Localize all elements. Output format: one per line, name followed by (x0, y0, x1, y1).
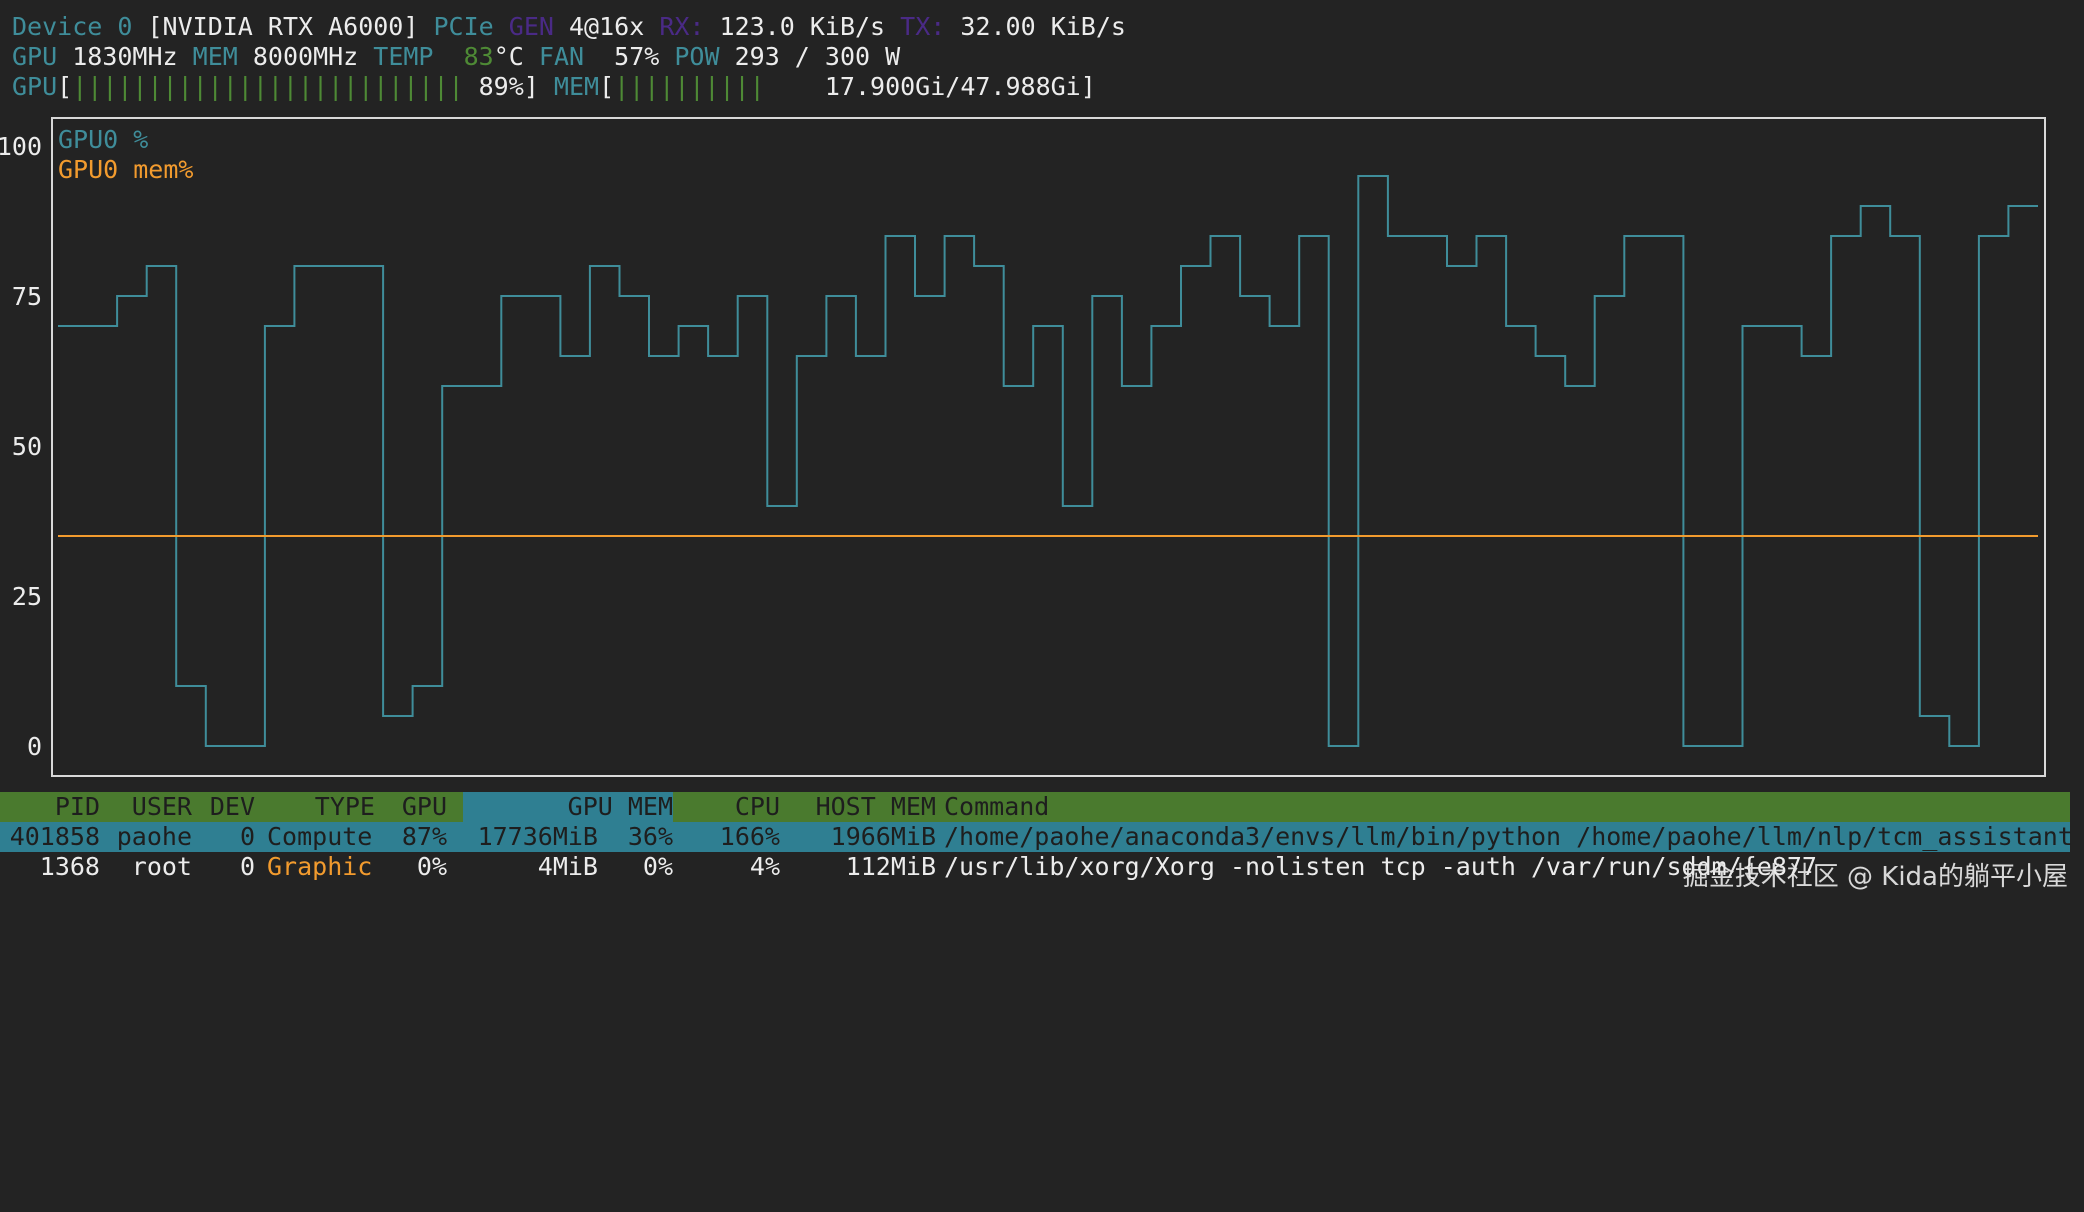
gen-label: GEN (508, 12, 554, 41)
col-user[interactable]: USER (110, 792, 192, 822)
gpu-util-series-line (58, 175, 2038, 747)
pow-label: POW (674, 42, 720, 71)
device-info-line: Device 0 [NVIDIA RTX A6000] PCIe GEN 4@1… (12, 12, 1126, 42)
row-gpu-mem-pct: 36% (627, 822, 673, 851)
temp-value: 83 (463, 42, 494, 71)
row-pid: 1368 (39, 852, 100, 881)
fan-label: FAN (538, 42, 585, 71)
row-type: Graphic (267, 852, 373, 881)
gpu-usage-bar: |||||||||||||||||||||||||| (72, 72, 464, 101)
temp-label: TEMP (373, 42, 434, 71)
pcie-label: PCIe (433, 12, 494, 41)
y-tick-label: 50 (12, 432, 42, 461)
col-gpu-mem[interactable]: GPU MEM (520, 792, 673, 822)
row-cpu: 4% (749, 852, 780, 881)
row-gpu: 0% (416, 852, 447, 881)
row-pid: 401858 (9, 822, 100, 851)
y-tick-label: 0 (27, 732, 42, 761)
pow-value: 293 / 300 W (734, 42, 901, 71)
row-host-mem: 1966MiB (830, 822, 936, 851)
row-host-mem: 112MiB (845, 852, 936, 881)
y-tick-label: 75 (12, 282, 42, 311)
mem-clock-value: 8000MHz (252, 42, 359, 71)
row-gpu-mem: 4MiB (537, 852, 598, 881)
row-type: Compute (267, 822, 373, 851)
device-label: Device 0 (12, 12, 133, 41)
fan-value: 57% (614, 42, 660, 71)
row-dev: 0 (239, 852, 255, 881)
tx-label: TX: (900, 12, 946, 41)
mem-clock-label: MEM (192, 42, 238, 71)
process-table-header: PID USER DEV TYPE GPU GPU MEM CPU HOST M… (0, 792, 2070, 822)
y-tick-label: 25 (12, 582, 42, 611)
gpu-clock-value: 1830MHz (72, 42, 178, 71)
gpu-bar-open: [ (57, 72, 73, 101)
gen-value: 4@16x (568, 12, 645, 41)
watermark: 掘金技术社区 @ Kida的躺平小屋 (1682, 862, 2068, 892)
clock-info-line: GPU 1830MHz MEM 8000MHz TEMP 83°C FAN 57… (12, 42, 900, 72)
temp-unit: °C (493, 42, 524, 71)
y-tick-label: 100 (0, 132, 42, 161)
table-row[interactable]: 401858 paohe 0 Compute 87% 17736MiB 36% … (0, 822, 2073, 852)
chart-frame (51, 117, 2046, 777)
gpu-usage-chart: 100 75 50 25 0 GPU0 %GPU0 mem% (0, 117, 2046, 777)
rx-value: 123.0 KiB/s (719, 12, 886, 41)
col-cpu[interactable]: CPU (700, 792, 780, 822)
device-name: [NVIDIA RTX A6000] (147, 12, 419, 41)
tx-value: 32.00 KiB/s (960, 12, 1126, 41)
gpu-bar-label: GPU (12, 72, 58, 101)
mem-usage-value: 17.900Gi/47.988Gi] (824, 72, 1096, 101)
col-dev[interactable]: DEV (205, 792, 255, 822)
col-command[interactable]: Command (944, 792, 1049, 822)
mem-bar-open: [ (599, 72, 615, 101)
col-host-mem[interactable]: HOST MEM (800, 792, 936, 822)
row-gpu: 87% (401, 822, 447, 851)
gpu-usage-percent: 89%] (478, 72, 539, 101)
row-gpu-mem: 17736MiB (477, 822, 598, 851)
row-cpu: 166% (719, 822, 780, 851)
row-dev: 0 (239, 822, 255, 851)
usage-bars-line: GPU[|||||||||||||||||||||||||| 89%] MEM[… (12, 72, 1096, 102)
col-gpu[interactable]: GPU (395, 792, 447, 822)
row-user: root (131, 852, 192, 881)
col-type[interactable]: TYPE (290, 792, 375, 822)
gpu-clock-label: GPU (12, 42, 58, 71)
col-pid[interactable]: PID (30, 792, 100, 822)
mem-usage-bar: |||||||||| (614, 72, 765, 101)
row-user: paohe (116, 822, 192, 851)
row-gpu-mem-pct: 0% (642, 852, 673, 881)
mem-bar-label: MEM (553, 72, 600, 101)
rx-label: RX: (659, 12, 705, 41)
legend-entry: GPU0 mem% (58, 155, 193, 184)
row-command: /home/paohe/anaconda3/envs/llm/bin/pytho… (944, 822, 2073, 851)
legend-entry: GPU0 % (58, 125, 148, 154)
